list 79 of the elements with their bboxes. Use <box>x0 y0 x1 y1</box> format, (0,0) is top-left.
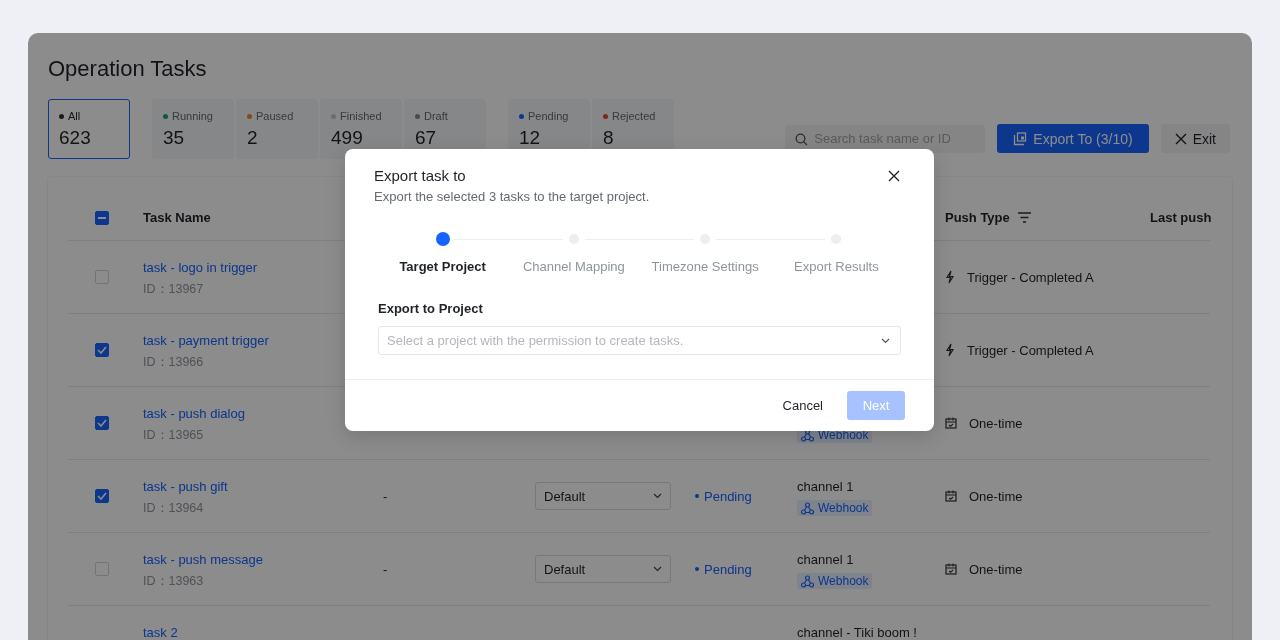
field-label: Export to Project <box>377 300 484 316</box>
export-button[interactable]: Export To (3/10) <box>997 124 1149 153</box>
step-label: Target Project <box>399 259 486 274</box>
channel-type-text: Webhook <box>818 501 869 515</box>
close-icon[interactable] <box>888 169 900 182</box>
status-count: 67 <box>415 127 438 149</box>
column-header: Last push <box>1150 210 1212 225</box>
row-checkbox[interactable] <box>95 489 109 503</box>
status-count: 499 <box>331 127 364 149</box>
task-id: ID：13964 <box>143 500 204 517</box>
calendar-icon <box>945 490 957 502</box>
export-icon <box>1013 131 1028 146</box>
task-name-link[interactable]: task - payment trigger <box>143 333 269 348</box>
column-header: Task Name <box>143 210 211 225</box>
task-id: ID：13967 <box>143 281 204 298</box>
push-type-text: One-time <box>969 561 1023 577</box>
table-cell: - <box>383 561 388 577</box>
status-count: 12 <box>519 127 542 149</box>
task-id: ID：13963 <box>143 573 204 590</box>
channel-name: channel 1 <box>797 479 854 494</box>
chevron-icon <box>653 566 662 572</box>
task-name-link[interactable]: task - push dialog <box>143 406 245 421</box>
task-id: ID：13966 <box>143 354 204 371</box>
status-filter-card[interactable]: All 623 <box>48 99 130 159</box>
cancel-button[interactable]: Cancel <box>768 392 837 419</box>
step-label: Timezone Settings <box>651 259 759 274</box>
task-name-link[interactable]: task 2 <box>143 625 178 640</box>
exit-button[interactable]: Exit <box>1160 124 1230 153</box>
status-count: 2 <box>247 127 259 149</box>
step-label: Export Results <box>794 259 879 274</box>
chevron-icon <box>881 337 890 344</box>
dialog-subtitle: Export the selected 3 tasks to the target project. <box>373 188 651 204</box>
close-icon <box>1174 132 1187 145</box>
status-label: Draft <box>424 110 448 122</box>
task-id: ID：13965 <box>143 427 204 444</box>
push-type-text: One-time <box>969 488 1023 504</box>
status-filter-card[interactable]: Running 35 <box>152 99 234 159</box>
status-filter-card[interactable]: Paused 2 <box>236 99 318 159</box>
chevron-icon <box>653 493 662 499</box>
status-count: 623 <box>59 127 92 149</box>
page-title: Operation Tasks <box>48 55 208 83</box>
lightning-icon <box>945 343 955 357</box>
status-label: Paused <box>256 110 294 122</box>
push-type-text: One-time <box>969 415 1023 431</box>
push-type-text: Trigger - Completed A <box>967 269 1094 285</box>
filter-icon[interactable] <box>1017 212 1031 223</box>
status-label: Rejected <box>612 110 656 122</box>
dialog-title: Export task to <box>374 167 466 184</box>
channel-name: channel 1 <box>797 552 854 567</box>
calendar-icon <box>945 417 957 429</box>
task-name-link[interactable]: task - push message <box>143 552 263 567</box>
search-icon <box>795 132 809 146</box>
channel-name: channel - Tiki boom ! <box>797 625 917 640</box>
webhook-icon <box>801 574 814 588</box>
select-all-checkbox[interactable] <box>95 210 109 225</box>
push-type-text: Trigger - Completed A <box>967 342 1094 358</box>
channel-type-text: Webhook <box>818 428 869 442</box>
status-count: 8 <box>603 127 615 149</box>
status-text: Pending <box>695 561 752 577</box>
webhook-icon <box>801 501 814 515</box>
webhook-icon <box>801 428 814 442</box>
table-cell: - <box>383 488 388 504</box>
task-name-link[interactable]: task - logo in trigger <box>143 260 258 275</box>
step-label: Channel Mapping <box>522 259 625 274</box>
row-checkbox[interactable] <box>95 343 109 357</box>
lightning-icon <box>945 270 955 284</box>
task-name-link[interactable]: task - push gift <box>143 479 228 494</box>
group-select[interactable]: Default <box>535 482 671 510</box>
status-label: Running <box>172 110 213 122</box>
status-text: Pending <box>695 488 752 504</box>
column-header: Push Type <box>945 210 1010 225</box>
row-checkbox[interactable] <box>95 416 109 430</box>
channel-type-text: Webhook <box>818 574 869 588</box>
calendar-icon <box>945 563 957 575</box>
group-select[interactable]: Default <box>535 555 671 583</box>
status-label: All <box>68 110 81 122</box>
status-label: Pending <box>528 110 569 122</box>
status-count: 35 <box>163 127 186 149</box>
status-label: Finished <box>340 110 382 122</box>
